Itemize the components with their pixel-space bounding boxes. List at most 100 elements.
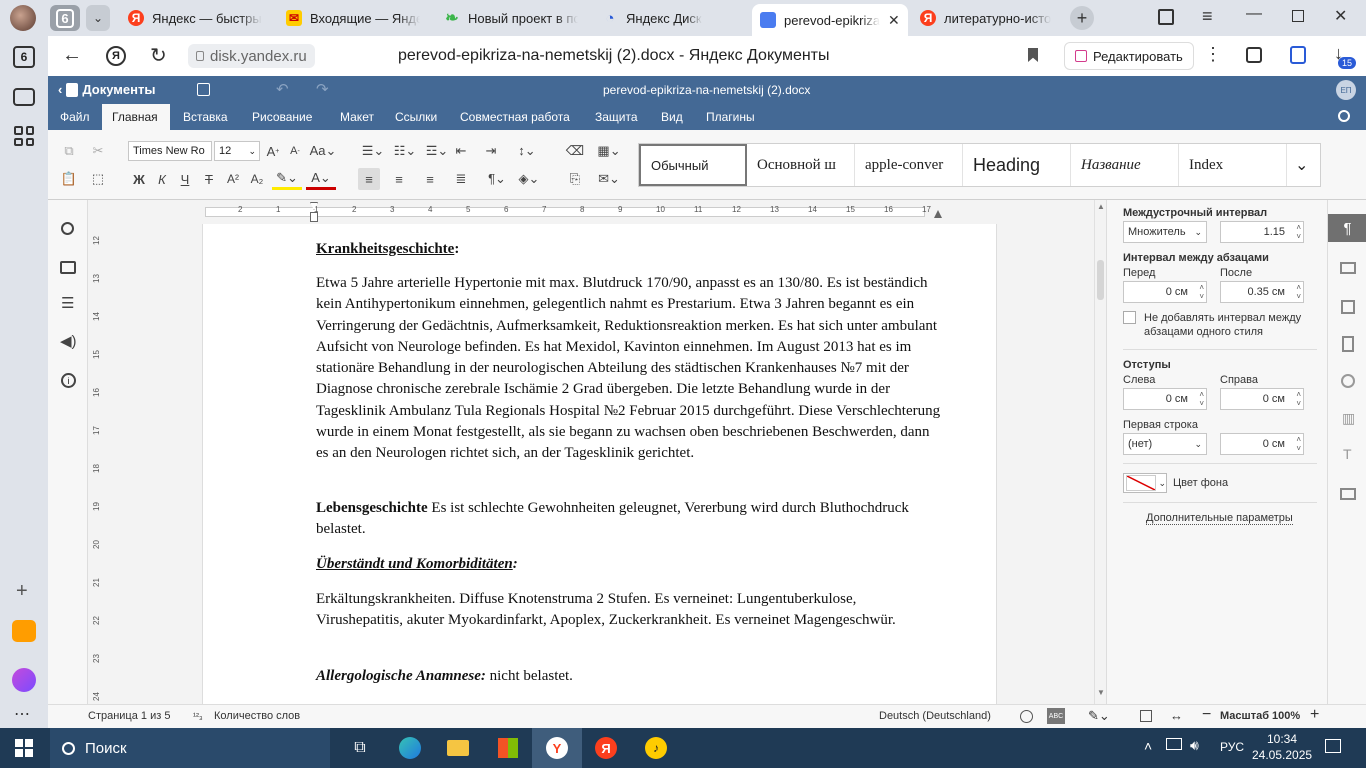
align-right-icon[interactable]: ≡ bbox=[419, 168, 441, 190]
multilevel-list-icon[interactable]: ☲⌄ bbox=[422, 140, 452, 162]
line-spacing-icon[interactable]: ↕⌄ bbox=[512, 140, 542, 162]
redo-icon[interactable]: ↷ bbox=[316, 80, 329, 98]
styles-expand-icon[interactable]: ⌄ bbox=[1287, 144, 1317, 186]
clear-format-icon[interactable]: ⌫ bbox=[564, 140, 586, 162]
cut-icon[interactable]: ✂ bbox=[87, 140, 109, 162]
increase-indent-icon[interactable]: ⇥ bbox=[480, 140, 502, 162]
document-page[interactable]: Krankheitsgeschichte: Etwa 5 Jahre arter… bbox=[202, 224, 997, 704]
tab-document[interactable]: perevod-epikriza ✕ bbox=[752, 4, 908, 36]
bookmarks-icon[interactable] bbox=[1158, 9, 1174, 25]
tab-project[interactable]: ❧ Новый проект в пс bbox=[436, 4, 586, 32]
superscript-icon[interactable]: A² bbox=[222, 168, 244, 190]
word-count[interactable]: Количество слов bbox=[214, 710, 300, 722]
minimize-icon[interactable]: — bbox=[1246, 5, 1262, 23]
new-tab-button[interactable]: + bbox=[1070, 6, 1094, 30]
search-icon[interactable] bbox=[1338, 110, 1350, 122]
style-set-icon[interactable]: ▦⌄ bbox=[594, 140, 624, 162]
volume-icon[interactable]: 🔊︎ bbox=[1190, 737, 1199, 754]
menu-icon[interactable]: ≡ bbox=[1202, 6, 1213, 27]
close-window-icon[interactable]: ✕ bbox=[1334, 6, 1347, 26]
network-icon[interactable] bbox=[1166, 738, 1182, 750]
highlight-icon[interactable]: ✎⌄ bbox=[272, 168, 302, 190]
alice-icon[interactable] bbox=[12, 668, 36, 692]
scroll-up-icon[interactable]: ▲ bbox=[1097, 202, 1105, 211]
align-left-icon[interactable]: ≡ bbox=[358, 168, 380, 190]
speaker-icon[interactable]: ◀) bbox=[60, 332, 77, 350]
mail-merge-icon[interactable]: ✉⌄ bbox=[594, 168, 624, 190]
tab-yandex[interactable]: Я Яндекс — быстрый bbox=[120, 4, 270, 32]
right-indent-input[interactable]: 0 см ˄ ˅ bbox=[1220, 388, 1304, 410]
vertical-scrollbar[interactable]: ▲ ▼ bbox=[1094, 200, 1106, 704]
save-icon[interactable] bbox=[197, 83, 210, 96]
header-footer-icon[interactable] bbox=[1341, 300, 1355, 314]
font-grow-icon[interactable]: A + bbox=[262, 140, 284, 162]
url-domain-chip[interactable]: disk.yandex.ru bbox=[188, 44, 315, 68]
first-line-select[interactable]: (нет) ⌄ bbox=[1123, 433, 1207, 455]
style-body[interactable]: Основной ш bbox=[747, 144, 855, 186]
paragraph-settings-tab[interactable]: ¶ bbox=[1328, 214, 1366, 242]
fit-width-icon[interactable]: ↔ bbox=[1170, 708, 1183, 723]
tab-insert[interactable]: Вставка bbox=[173, 104, 238, 130]
edit-button[interactable]: Редактировать bbox=[1064, 42, 1194, 70]
bullet-list-icon[interactable]: ☰⌄ bbox=[358, 140, 388, 162]
decrease-indent-icon[interactable]: ⇤ bbox=[450, 140, 472, 162]
tab-mail[interactable]: ✉ Входящие — Яндекс bbox=[278, 4, 428, 32]
track-changes-icon[interactable]: ✎⌄ bbox=[1088, 708, 1110, 724]
left-indent-input[interactable]: 0 см ˄ ˅ bbox=[1123, 388, 1207, 410]
mail-app-icon[interactable] bbox=[12, 620, 36, 642]
tabs-dropdown-icon[interactable]: ⌄ bbox=[86, 5, 110, 31]
globe-icon[interactable] bbox=[1020, 710, 1033, 723]
first-line-input[interactable]: 0 см ˄ ˅ bbox=[1220, 433, 1304, 455]
tab-count-button[interactable]: 6 bbox=[50, 5, 80, 31]
chart-settings-icon[interactable]: ▥ bbox=[1342, 410, 1355, 427]
yandex-app-icon[interactable]: Я bbox=[592, 734, 620, 762]
page-title[interactable]: perevod-epikriza-na-nemetskij (2).docx -… bbox=[398, 47, 830, 65]
subscript-icon[interactable]: A₂ bbox=[246, 168, 268, 190]
shape-settings-icon[interactable] bbox=[1341, 374, 1355, 388]
tab-view[interactable]: Вид bbox=[651, 104, 693, 130]
back-to-documents[interactable]: ‹ Документы bbox=[58, 82, 155, 97]
tab-plugins[interactable]: Плагины bbox=[696, 104, 765, 130]
vertical-ruler[interactable]: 12 13 14 15 16 17 18 19 20 21 22 23 24 bbox=[88, 224, 108, 704]
horizontal-ruler[interactable]: 2 1 1 2 3 4 5 6 7 8 9 10 11 12 13 14 15 16 17 bbox=[88, 200, 1094, 224]
tab-collaboration[interactable]: Совместная работа bbox=[450, 104, 580, 130]
font-color-icon[interactable]: A⌄ bbox=[306, 168, 336, 190]
fit-page-icon[interactable] bbox=[1140, 710, 1152, 722]
tab-groups-button[interactable]: 6 bbox=[13, 46, 35, 68]
italic-button[interactable]: К bbox=[151, 168, 173, 190]
tab-protection[interactable]: Защита bbox=[585, 104, 648, 130]
scroll-down-icon[interactable]: ▼ bbox=[1097, 688, 1105, 697]
tab-draw[interactable]: Рисование bbox=[242, 104, 322, 130]
tab-file[interactable]: Файл bbox=[50, 104, 100, 130]
table-settings-icon[interactable] bbox=[1340, 262, 1356, 274]
user-avatar[interactable]: ЕП bbox=[1336, 80, 1356, 100]
info-icon[interactable]: i bbox=[61, 373, 76, 388]
tab-layout[interactable]: Макет bbox=[330, 104, 384, 130]
clock-time[interactable]: 10:34 bbox=[1267, 732, 1297, 746]
style-apple[interactable]: apple-conver bbox=[855, 144, 963, 186]
page-counter[interactable]: Страница 1 из 5 bbox=[88, 710, 170, 722]
camera-icon[interactable] bbox=[13, 88, 35, 106]
font-name-select[interactable]: Times New Ro bbox=[128, 141, 212, 161]
tab-disk[interactable]: ◔ Яндекс Диск bbox=[594, 4, 744, 32]
select-icon[interactable]: ⬚ bbox=[87, 168, 109, 190]
zoom-in-icon[interactable]: + bbox=[1310, 706, 1319, 724]
style-index[interactable]: Index bbox=[1179, 144, 1287, 186]
left-indent-marker[interactable] bbox=[310, 212, 318, 222]
bg-color-picker[interactable]: ⌄ bbox=[1123, 473, 1167, 493]
yandex-home-icon[interactable]: Я bbox=[106, 46, 126, 66]
underline-button[interactable]: Ч bbox=[174, 168, 196, 190]
profile-avatar[interactable] bbox=[10, 5, 36, 31]
spinner-icon[interactable]: ˄ ˅ bbox=[1296, 283, 1301, 301]
after-input[interactable]: 0.35 см ˄ ˅ bbox=[1220, 281, 1304, 303]
input-language[interactable]: РУС bbox=[1220, 740, 1244, 754]
spinner-icon[interactable]: ˄ ˅ bbox=[1296, 223, 1301, 241]
spinner-icon[interactable]: ˄ ˅ bbox=[1199, 283, 1204, 301]
zoom-out-icon[interactable]: − bbox=[1202, 706, 1211, 724]
tab-references[interactable]: Ссылки bbox=[385, 104, 447, 130]
font-shrink-icon[interactable]: A- bbox=[284, 140, 306, 162]
document-canvas[interactable]: Krankheitsgeschichte: Etwa 5 Jahre arter… bbox=[108, 224, 1094, 704]
strike-button[interactable]: Т bbox=[198, 168, 220, 190]
style-normal[interactable]: Обычный bbox=[639, 144, 747, 186]
windows-start-icon[interactable] bbox=[10, 734, 38, 762]
